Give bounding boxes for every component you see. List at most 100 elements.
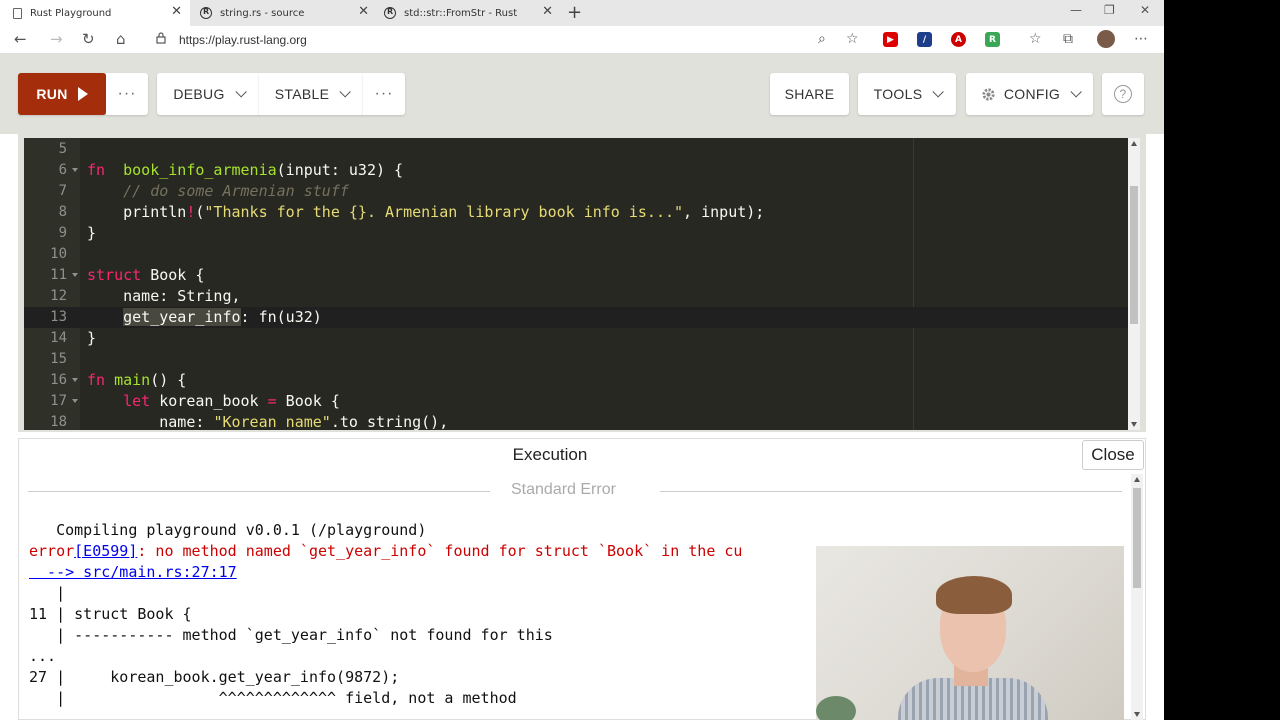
line-number: 6: [58, 162, 67, 178]
close-icon[interactable]: ✕: [542, 4, 553, 19]
pen-extension-icon[interactable]: /: [917, 32, 932, 47]
fold-arrow-icon[interactable]: [72, 399, 78, 403]
lock-icon[interactable]: [156, 32, 166, 44]
output-title: Execution: [512, 445, 588, 464]
refresh-icon[interactable]: ↻: [82, 30, 95, 48]
advanced-options-button[interactable]: ···: [363, 73, 405, 115]
code-line[interactable]: 16 fn main() {: [24, 370, 1128, 391]
tools-dropdown[interactable]: TOOLS: [858, 73, 956, 115]
new-tab-icon[interactable]: +: [567, 2, 582, 23]
code-text: println!("Thanks for the {}. Armenian li…: [87, 203, 765, 221]
code-line[interactable]: 17 let korean_book = Book {: [24, 391, 1128, 412]
code-text: }: [87, 224, 97, 242]
code-line[interactable]: 5: [24, 139, 1128, 160]
home-icon[interactable]: ⌂: [116, 30, 126, 48]
run-more-button[interactable]: ···: [106, 73, 148, 115]
scroll-up-icon[interactable]: [1134, 477, 1140, 482]
line-number: 11: [50, 267, 67, 283]
page-icon: [13, 7, 22, 19]
channel-dropdown[interactable]: STABLE: [259, 73, 363, 115]
divider: [660, 491, 1122, 492]
scroll-up-icon[interactable]: [1131, 141, 1137, 146]
tab-title: std::str::FromStr - Rust: [404, 7, 518, 19]
close-icon[interactable]: ✕: [358, 4, 369, 19]
outside-window-area: [1164, 0, 1280, 720]
r-extension-icon[interactable]: R: [985, 32, 1000, 47]
mode-label: DEBUG: [173, 86, 225, 102]
code-line[interactable]: 12 name: String,: [24, 286, 1128, 307]
editor-scrollbar[interactable]: [1128, 138, 1140, 430]
forward-icon[interactable]: →: [50, 30, 63, 48]
address-bar: ← → ↻ ⌂ https://play.rust-lang.org ⌕ ☆ ▶…: [0, 26, 1164, 54]
code-text: fn main() {: [87, 371, 187, 389]
run-button[interactable]: RUN: [18, 73, 106, 115]
line-number: 10: [50, 246, 67, 262]
output-line: --> src/main.rs:27:17: [29, 562, 237, 583]
chevron-down-icon: [932, 86, 945, 98]
line-number: 7: [58, 183, 67, 199]
code-line[interactable]: 9}: [24, 223, 1128, 244]
profile-avatar[interactable]: [1097, 30, 1115, 48]
code-line[interactable]: 13 get_year_info: fn(u32): [24, 307, 1128, 328]
tab-title: Rust Playground: [30, 7, 112, 19]
output-line: error[E0599]: no method named `get_year_…: [29, 542, 743, 560]
fold-arrow-icon[interactable]: [72, 168, 78, 172]
config-dropdown[interactable]: CONFIG: [966, 73, 1093, 115]
adblock-extension-icon[interactable]: A: [951, 32, 966, 47]
error-link[interactable]: [E0599]: [74, 542, 137, 560]
code-line[interactable]: 8 println!("Thanks for the {}. Armenian …: [24, 202, 1128, 223]
code-line[interactable]: 7 // do some Armenian stuff: [24, 181, 1128, 202]
fold-arrow-icon[interactable]: [72, 378, 78, 382]
close-output-button[interactable]: Close: [1082, 440, 1144, 470]
line-number: 17: [50, 393, 67, 409]
scrollbar-thumb[interactable]: [1133, 488, 1141, 588]
code-line[interactable]: 6 fn book_info_armenia(input: u32) {: [24, 160, 1128, 181]
scrollbar-thumb[interactable]: [1130, 186, 1138, 324]
code-text: name: "Korean name".to_string(),: [87, 413, 449, 430]
background-plant: [816, 696, 856, 720]
tab-rust-playground[interactable]: Rust Playground ✕: [0, 0, 190, 26]
run-label: RUN: [36, 86, 68, 102]
rust-icon: [384, 7, 396, 19]
tab-fromstr[interactable]: std::str::FromStr - Rust ✕: [371, 0, 561, 26]
favorites-icon[interactable]: ☆: [1029, 31, 1042, 47]
output-line: Compiling playground v0.0.1 (/playground…: [29, 521, 427, 539]
line-number: 9: [58, 225, 67, 241]
tools-label: TOOLS: [873, 86, 923, 102]
mode-dropdown[interactable]: DEBUG: [157, 73, 259, 115]
code-text: struct Book {: [87, 266, 205, 284]
zoom-icon[interactable]: ⌕: [818, 31, 826, 47]
window-close-icon[interactable]: ✕: [1140, 3, 1150, 17]
output-scrollbar[interactable]: [1131, 474, 1143, 720]
more-icon: ···: [117, 85, 137, 102]
playground-header: RUN ··· DEBUG STABLE ··· SHARE TOOLS CON…: [0, 54, 1164, 134]
code-line[interactable]: 10: [24, 244, 1128, 265]
favorite-star-icon[interactable]: ☆: [846, 31, 859, 47]
close-icon[interactable]: ✕: [171, 4, 182, 19]
line-number: 16: [50, 372, 67, 388]
more-menu-icon[interactable]: ⋯: [1134, 31, 1148, 47]
code-line[interactable]: 18 name: "Korean name".to_string(),: [24, 412, 1128, 430]
maximize-icon[interactable]: ❐: [1104, 3, 1115, 17]
error-link[interactable]: --> src/main.rs:27:17: [29, 563, 237, 581]
tab-string-rs[interactable]: string.rs - source ✕: [187, 0, 377, 26]
share-button[interactable]: SHARE: [770, 73, 849, 115]
code-line[interactable]: 11 struct Book {: [24, 265, 1128, 286]
url-field[interactable]: https://play.rust-lang.org: [179, 33, 307, 47]
tab-title: string.rs - source: [220, 7, 305, 19]
youtube-extension-icon[interactable]: ▶: [883, 32, 898, 47]
collections-icon[interactable]: ⧉: [1063, 31, 1073, 47]
help-button[interactable]: ?: [1102, 73, 1144, 115]
back-icon[interactable]: ←: [14, 30, 27, 48]
code-editor[interactable]: 5 6 fn book_info_armenia(input: u32) {7 //…: [24, 138, 1128, 430]
scroll-down-icon[interactable]: [1131, 422, 1137, 427]
scroll-down-icon[interactable]: [1134, 712, 1140, 717]
webcam-overlay: [816, 546, 1124, 720]
more-icon: ···: [374, 85, 394, 102]
code-line[interactable]: 14}: [24, 328, 1128, 349]
minimize-icon[interactable]: —: [1070, 3, 1082, 17]
fold-arrow-icon[interactable]: [72, 273, 78, 277]
divider: [28, 491, 490, 492]
stderr-header: Standard Error: [28, 481, 1122, 501]
code-line[interactable]: 15: [24, 349, 1128, 370]
